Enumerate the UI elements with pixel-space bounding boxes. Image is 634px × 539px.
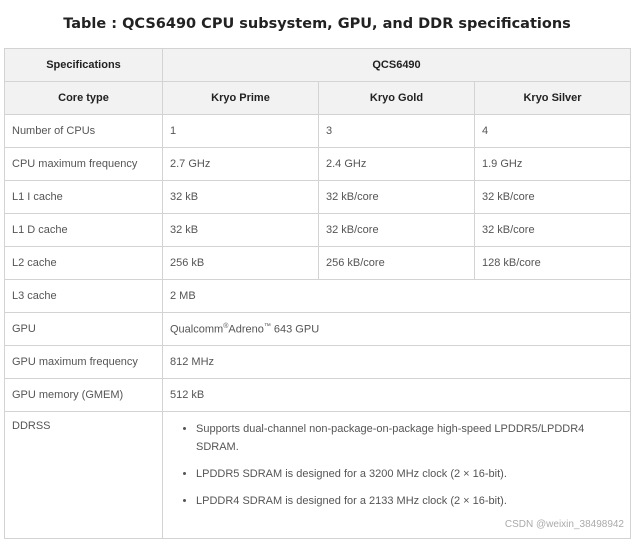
list-item: LPDDR5 SDRAM is designed for a 3200 MHz …	[196, 465, 623, 483]
cell-value: 32 kB/core	[318, 213, 475, 247]
table-title: Table : QCS6490 CPU subsystem, GPU, and …	[63, 16, 571, 32]
table-row: Number of CPUs 1 3 4	[4, 114, 632, 148]
table-row: GPU Qualcomm®Adreno™ 643 GPU	[4, 312, 632, 346]
cell-value: 512 kB	[161, 378, 632, 412]
cell-value: 256 kB/core	[318, 246, 475, 280]
list-item: Supports dual-channel non-package-on-pac…	[196, 420, 623, 456]
cell-value: 32 kB/core	[473, 180, 632, 214]
row-label: GPU memory (GMEM)	[4, 378, 163, 412]
row-label: L2 cache	[4, 246, 163, 280]
table-row: GPU maximum frequency 812 MHz	[4, 345, 632, 379]
cell-value: 1.9 GHz	[473, 147, 632, 181]
header-product: QCS6490	[161, 48, 632, 82]
table-row: GPU memory (GMEM) 512 kB	[4, 378, 632, 412]
row-label: Number of CPUs	[4, 114, 163, 148]
cell-value: 256 kB	[162, 246, 319, 280]
gpu-name: Adreno	[228, 323, 264, 336]
cell-gpu: Qualcomm®Adreno™ 643 GPU	[161, 312, 632, 346]
cell-value: 32 kB	[162, 213, 319, 247]
table-row: L2 cache 256 kB 256 kB/core 128 kB/core	[4, 246, 632, 280]
cell-value: 2.4 GHz	[318, 147, 475, 181]
row-label: L1 I cache	[4, 180, 163, 214]
row-label: GPU	[4, 312, 163, 346]
row-label: CPU maximum frequency	[4, 147, 163, 181]
gpu-brand: Qualcomm	[170, 323, 224, 336]
header-row-product: Specifications QCS6490	[4, 48, 632, 82]
list-item: LPDDR4 SDRAM is designed for a 2133 MHz …	[196, 492, 623, 510]
cell-value: 32 kB/core	[318, 180, 475, 214]
cell-value: 1	[162, 114, 319, 148]
trademark-mark: ™	[263, 322, 271, 330]
header-row-core-type: Core type Kryo Prime Kryo Gold Kryo Silv…	[4, 81, 632, 115]
header-kryo-gold: Kryo Gold	[318, 81, 475, 115]
header-core-type: Core type	[4, 81, 163, 115]
row-label: GPU maximum frequency	[4, 345, 163, 379]
cell-value: 2 MB	[161, 279, 632, 313]
header-specifications: Specifications	[4, 48, 163, 82]
table-row: L1 D cache 32 kB 32 kB/core 32 kB/core	[4, 213, 632, 247]
row-label: L3 cache	[4, 279, 163, 313]
row-label: DDRSS	[4, 411, 163, 539]
table-row: L1 I cache 32 kB 32 kB/core 32 kB/core	[4, 180, 632, 214]
row-label: L1 D cache	[4, 213, 163, 247]
cell-value: 4	[473, 114, 632, 148]
spec-table: Specifications QCS6490 Core type Kryo Pr…	[4, 48, 632, 539]
table-row: CPU maximum frequency 2.7 GHz 2.4 GHz 1.…	[4, 147, 632, 181]
cell-value: 812 MHz	[161, 345, 632, 379]
cell-value: 3	[318, 114, 475, 148]
gpu-model: 643 GPU	[270, 323, 320, 336]
spec-table-container: Table : QCS6490 CPU subsystem, GPU, and …	[4, 0, 632, 539]
cell-value: 128 kB/core	[473, 246, 632, 280]
ddrss-list: Supports dual-channel non-package-on-pac…	[170, 420, 623, 510]
cell-value: 32 kB	[162, 180, 319, 214]
header-kryo-prime: Kryo Prime	[162, 81, 319, 115]
header-kryo-silver: Kryo Silver	[473, 81, 632, 115]
table-row: L3 cache 2 MB	[4, 279, 632, 313]
cell-value: 2.7 GHz	[162, 147, 319, 181]
cell-value: 32 kB/core	[473, 213, 632, 247]
watermark: CSDN @weixin_38498942	[504, 519, 624, 530]
